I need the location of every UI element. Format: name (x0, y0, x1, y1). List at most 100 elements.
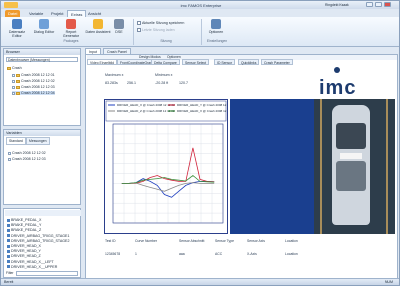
crash-video-frame[interactable] (314, 99, 395, 234)
tree-item-crash-02[interactable]: Crash 2008 12 12 02 (12, 79, 55, 83)
tree-root[interactable]: Crash (7, 66, 22, 70)
channel-icon (7, 254, 10, 258)
dialog-icon (39, 19, 49, 29)
tree-item-crash-01[interactable]: Crash 2008 12 12 01 (12, 73, 55, 77)
report-generator-button[interactable]: Report Generator (58, 19, 84, 38)
table-cell: aaa (179, 252, 185, 256)
table-cell: Location (285, 252, 298, 256)
table-cell: 12345678 (105, 252, 121, 256)
ribbon-tabs: Datei Variable Projekt Extras Ansicht (1, 9, 399, 17)
maximum-value-y: 256.1 (127, 81, 136, 85)
table-header-cell: Test ID (105, 239, 116, 243)
user-label: Ringdekt Ksaak (325, 3, 349, 7)
line-chart[interactable]: DRIVER_HEAD_X @ Crash 2008 12 12 02 DRIVE… (105, 100, 235, 233)
browser-panel: Browser Datenbrowser (Messungen) Crash C… (3, 48, 81, 126)
sheet-tab-id-sensor[interactable]: ID Sensor (214, 59, 236, 65)
tab-standard[interactable]: Standard (6, 137, 26, 145)
sheet-tab-crash-parameter[interactable]: Crash Parameter (261, 59, 293, 65)
tree-item-crash-03[interactable]: Crash 2008 12 12 03 (12, 85, 55, 89)
tab-variable[interactable]: Variable (26, 10, 46, 17)
app-window: imc FAMOS Enterprise Ringdekt Ksaak Date… (0, 0, 400, 286)
filter-input[interactable] (16, 271, 78, 276)
channel-label: DRIVER_AIRBAG_TRIGG_STAGE1 (11, 233, 70, 238)
video-frame-bg (230, 99, 316, 234)
quick-access-toolbar[interactable] (4, 2, 18, 8)
ribbon-separator (133, 19, 134, 45)
channel-icon (7, 239, 10, 243)
dse-icon (114, 19, 124, 29)
minimize-button[interactable] (366, 2, 373, 7)
load-session-checkbox[interactable]: Letzte Sitzung laden (137, 28, 175, 32)
folder-icon (16, 73, 20, 77)
channel-label: DRIVER_HEAD_Z (11, 254, 41, 259)
table-header-cell: Sensor Axis (247, 239, 265, 243)
table-header-cell: Curve Number (135, 239, 158, 243)
folder-icon (16, 91, 20, 95)
table-cell: 1 (135, 252, 137, 256)
datensatz-editor-button[interactable]: Datensatz Editor (4, 19, 30, 38)
channel-item[interactable]: DRIVER_AIRBAG_TRIGG_STAGE1 (7, 234, 69, 238)
maximum-value-x: 83.283s (105, 81, 118, 85)
legend-label: DRIVER_HEAD_X @ Crash 2008 12 12 02 (117, 103, 175, 107)
checkbox-icon (12, 85, 15, 89)
optionen-button[interactable]: Optionen (205, 19, 227, 34)
sheet-tab-sensor-select[interactable]: Sensor Select (182, 59, 210, 65)
group-packages-label: Packages (63, 39, 79, 43)
channel-item[interactable]: DRIVER_HEAD_Y (7, 249, 41, 253)
browser-dropdown[interactable]: Datenbrowser (Messungen) (6, 57, 78, 62)
channel-icon (7, 218, 10, 222)
table-header-cell: Location (285, 239, 298, 243)
channel-item[interactable]: BRAKE_PEDAL_X (7, 218, 41, 222)
channel-list-panel: BRAKE_PEDAL_X BRAKE_PEDAL_Y BRAKE_PEDAL_Z D… (3, 208, 81, 278)
chart-frame: DRIVER_HEAD_X @ Crash 2008 12 12 02 DRIVE… (104, 99, 235, 234)
tab-projekt[interactable]: Projekt (48, 10, 66, 17)
folder-icon (7, 66, 11, 70)
channel-item[interactable]: DRIVER_HEAD_X (7, 244, 41, 248)
report-icon (66, 19, 76, 29)
variable-item[interactable]: Crash 2008 12 12 02 (8, 151, 46, 155)
dialog-editor-button[interactable]: Dialog Editor (31, 19, 57, 34)
channel-item[interactable]: BRAKE_PEDAL_Y (7, 223, 41, 227)
sheet-tab-quicklinks[interactable]: Quicklinks (238, 59, 260, 65)
channel-item[interactable]: DRIVER_HEAD_X__LEFT (7, 260, 54, 264)
variable-item[interactable]: Crash 2008 12 12 03 (8, 157, 46, 161)
channel-label: BRAKE_PEDAL_X (11, 218, 42, 222)
tab-messungen[interactable]: Messungen (26, 137, 50, 145)
dse-button[interactable]: DSE (109, 19, 129, 34)
legend-label: DRIVER_HEAD_X @ Crash 2008 12 12 03 (177, 109, 227, 113)
channel-icon (7, 223, 10, 227)
folder-icon (16, 85, 20, 89)
channel-label: BRAKE_PEDAL_Y (11, 223, 42, 228)
channel-item[interactable]: DRIVER_HEAD_Z (7, 254, 41, 258)
channel-item[interactable]: BRAKE_PEDAL_Z (7, 228, 41, 232)
imc-logo: imc (319, 77, 357, 99)
channel-label: DRIVER_HEAD_X__LEFT (11, 259, 54, 264)
channel-item[interactable]: DRIVER_AIRBAG_TRIGG_STAGE2 (7, 239, 69, 243)
checkbox-icon (137, 21, 141, 25)
checkbox-icon (12, 73, 15, 77)
tab-ansicht[interactable]: Ansicht (85, 10, 104, 17)
wizard-icon (93, 19, 103, 29)
tab-extras[interactable]: Extras (67, 10, 87, 17)
table-header-cell: Sensor Type (215, 239, 234, 243)
daten-assistent-button[interactable]: Daten Assistent (85, 19, 111, 34)
channel-icon (7, 234, 10, 238)
maximize-button[interactable] (375, 2, 382, 7)
tab-datei[interactable]: Datei (5, 10, 21, 17)
ribbon: Datensatz Editor Dialog Editor Report Ge… (1, 17, 399, 47)
sheet-tab-delta[interactable]: Delta Compare (151, 59, 180, 65)
channel-item[interactable]: DRIVER_HEAD_X__UPPER (7, 265, 57, 269)
tree-item-crash-04[interactable]: Crash 2008 12 12 04 (12, 91, 55, 95)
close-button[interactable] (384, 2, 391, 7)
channel-icon (7, 228, 10, 232)
sheet-tab-video[interactable]: Video Einzelbild (87, 59, 118, 65)
status-text: Bereit (4, 280, 14, 284)
channel-label: BRAKE_PEDAL_Z (11, 228, 42, 233)
window-title: imc FAMOS Enterprise (180, 3, 222, 8)
minimum-value-y: 120.7 (179, 81, 188, 85)
legend-label: DRIVER_HEAD_Z @ Crash 2008 12 12 02 (117, 109, 175, 113)
save-session-checkbox[interactable]: Aktuelle Sitzung speichern (137, 21, 184, 25)
channel-label: DRIVER_HEAD_X (11, 244, 41, 248)
channel-icon (7, 249, 10, 253)
table-icon (12, 19, 22, 29)
